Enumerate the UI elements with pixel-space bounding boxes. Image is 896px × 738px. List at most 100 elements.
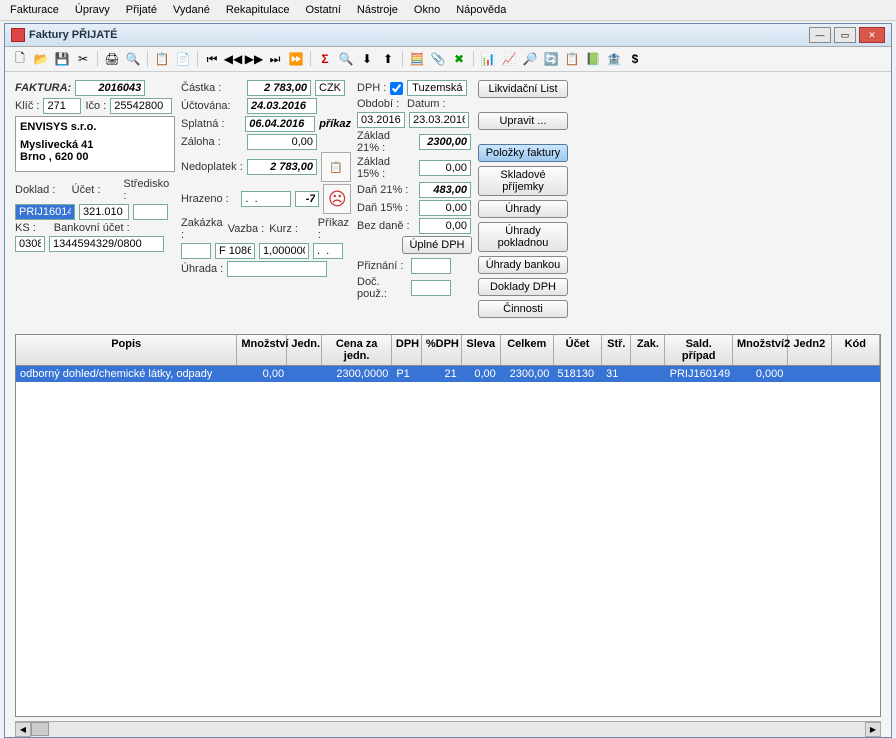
paste-icon[interactable]: 📄 [174, 50, 192, 68]
delete-icon[interactable]: ✂ [74, 50, 92, 68]
faktura-number-input[interactable] [75, 80, 145, 96]
datum-input[interactable] [409, 112, 469, 128]
zaklad15-input[interactable] [419, 160, 471, 176]
menu-okno[interactable]: Okno [408, 2, 446, 18]
col-kod[interactable]: Kód [832, 335, 880, 365]
close-button[interactable]: ✕ [859, 27, 885, 43]
sad-face-icon[interactable]: ☹ [323, 184, 351, 214]
kurz-input[interactable] [259, 243, 309, 259]
doklad-input[interactable] [15, 204, 75, 220]
bank-icon[interactable]: 🏦 [605, 50, 623, 68]
next-icon[interactable]: ▶▶ [245, 50, 263, 68]
obdobi-input[interactable] [357, 112, 405, 128]
skladove-prijemky-button[interactable]: Skladové příjemky [478, 166, 568, 196]
splatna-input[interactable] [245, 116, 315, 132]
minimize-button[interactable]: — [809, 27, 831, 43]
last-icon[interactable]: ⏭ [266, 50, 284, 68]
scroll-thumb[interactable] [31, 722, 49, 736]
form-icon[interactable]: 📋 [563, 50, 581, 68]
nedoplatek-input[interactable] [247, 159, 317, 175]
print-icon[interactable]: 🖨 [103, 50, 121, 68]
zaklad21-input[interactable] [419, 134, 471, 150]
scroll-left-icon[interactable]: ◀ [15, 722, 31, 737]
docpouz-input[interactable] [411, 280, 451, 296]
ks-input[interactable] [15, 236, 45, 252]
col-celkem[interactable]: Celkem [501, 335, 554, 365]
open-icon[interactable]: 📂 [32, 50, 50, 68]
sort-asc-icon[interactable]: ⬇ [358, 50, 376, 68]
chart-icon[interactable]: 📈 [500, 50, 518, 68]
menu-nastroje[interactable]: Nástroje [351, 2, 404, 18]
grid-row[interactable]: odborný dohled/chemické látky, odpady 0,… [16, 366, 880, 382]
bezdane-input[interactable] [419, 218, 471, 234]
menu-fakturace[interactable]: Fakturace [4, 2, 65, 18]
col-ucet[interactable]: Účet [554, 335, 602, 365]
uplne-dph-button[interactable]: Úplné DPH [402, 236, 472, 254]
zakazka-input[interactable] [181, 243, 211, 259]
prev-icon[interactable]: ◀◀ [224, 50, 242, 68]
dollar-icon[interactable]: $ [626, 50, 644, 68]
hrazeno-input[interactable] [241, 191, 291, 207]
save-icon[interactable]: 💾 [53, 50, 71, 68]
sum-icon[interactable]: Σ [316, 50, 334, 68]
col-jedn[interactable]: Jedn. [287, 335, 322, 365]
preview-icon[interactable]: 🔍 [124, 50, 142, 68]
castka-input[interactable] [247, 80, 311, 96]
uctovana-input[interactable] [247, 98, 317, 114]
priznani-input[interactable] [411, 258, 451, 274]
col-mnozstvi[interactable]: Množství [237, 335, 287, 365]
likvidacni-list-button[interactable]: Likvidační List [478, 80, 568, 98]
prikaz-input[interactable] [313, 243, 343, 259]
uhrady-bankou-button[interactable]: Úhrady bankou [478, 256, 568, 274]
tools-icon[interactable]: ✖ [450, 50, 468, 68]
cinnosti-button[interactable]: Činnosti [478, 300, 568, 318]
menu-vydane[interactable]: Vydané [167, 2, 216, 18]
col-jedn2[interactable]: Jedn2 [788, 335, 832, 365]
sort-desc-icon[interactable]: ⬆ [379, 50, 397, 68]
menu-rekapitulace[interactable]: Rekapitulace [220, 2, 296, 18]
ico-input[interactable] [110, 98, 172, 114]
col-sleva[interactable]: Sleva [462, 335, 501, 365]
vazba-input[interactable] [215, 243, 255, 259]
zoom-icon[interactable]: 🔎 [521, 50, 539, 68]
stredisko-input[interactable] [133, 204, 168, 220]
dan15-input[interactable] [419, 200, 471, 216]
col-sald[interactable]: Sald. případ [665, 335, 733, 365]
maximize-button[interactable]: ▭ [834, 27, 856, 43]
hrazeno-days-input[interactable] [295, 191, 319, 207]
col-zak[interactable]: Zak. [631, 335, 665, 365]
uhrady-button[interactable]: Úhrady [478, 200, 568, 218]
uhrada-input[interactable] [227, 261, 327, 277]
dph-checkbox[interactable] [390, 82, 403, 95]
col-popis[interactable]: Popis [16, 335, 237, 365]
jump-icon[interactable]: ⏩ [287, 50, 305, 68]
ucet-input[interactable] [79, 204, 129, 220]
col-cena[interactable]: Cena za jedn. [322, 335, 392, 365]
upravit-button[interactable]: Upravit ... [478, 112, 568, 130]
copy-icon[interactable]: 📋 [153, 50, 171, 68]
menu-napoveda[interactable]: Nápověda [450, 2, 512, 18]
menu-upravy[interactable]: Úpravy [69, 2, 116, 18]
polozky-faktury-button[interactable]: Položky faktury [478, 144, 568, 162]
col-dph[interactable]: DPH [392, 335, 422, 365]
menu-ostatni[interactable]: Ostatní [299, 2, 346, 18]
currency-input[interactable] [315, 80, 345, 96]
report-icon[interactable]: 📊 [479, 50, 497, 68]
horizontal-scrollbar[interactable]: ◀ ▶ [15, 721, 881, 737]
refresh-icon[interactable]: 🔄 [542, 50, 560, 68]
new-icon[interactable]: 🗋 [11, 50, 29, 68]
col-str[interactable]: Stř. [602, 335, 631, 365]
attach-icon[interactable]: 📎 [429, 50, 447, 68]
grid-body[interactable]: odborný dohled/chemické látky, odpady 0,… [16, 366, 880, 716]
first-icon[interactable]: ⏮ [203, 50, 221, 68]
doklady-dph-button[interactable]: Doklady DPH [478, 278, 568, 296]
menu-prijate[interactable]: Přijaté [120, 2, 163, 18]
klic-input[interactable] [43, 98, 81, 114]
details-button[interactable]: 📋 [321, 152, 351, 182]
scroll-right-icon[interactable]: ▶ [865, 722, 881, 737]
calc-icon[interactable]: 🧮 [408, 50, 426, 68]
col-pdph[interactable]: %DPH [422, 335, 462, 365]
zaloha-input[interactable] [247, 134, 317, 150]
bank-input[interactable] [49, 236, 164, 252]
tuzemska-input[interactable] [407, 80, 467, 96]
